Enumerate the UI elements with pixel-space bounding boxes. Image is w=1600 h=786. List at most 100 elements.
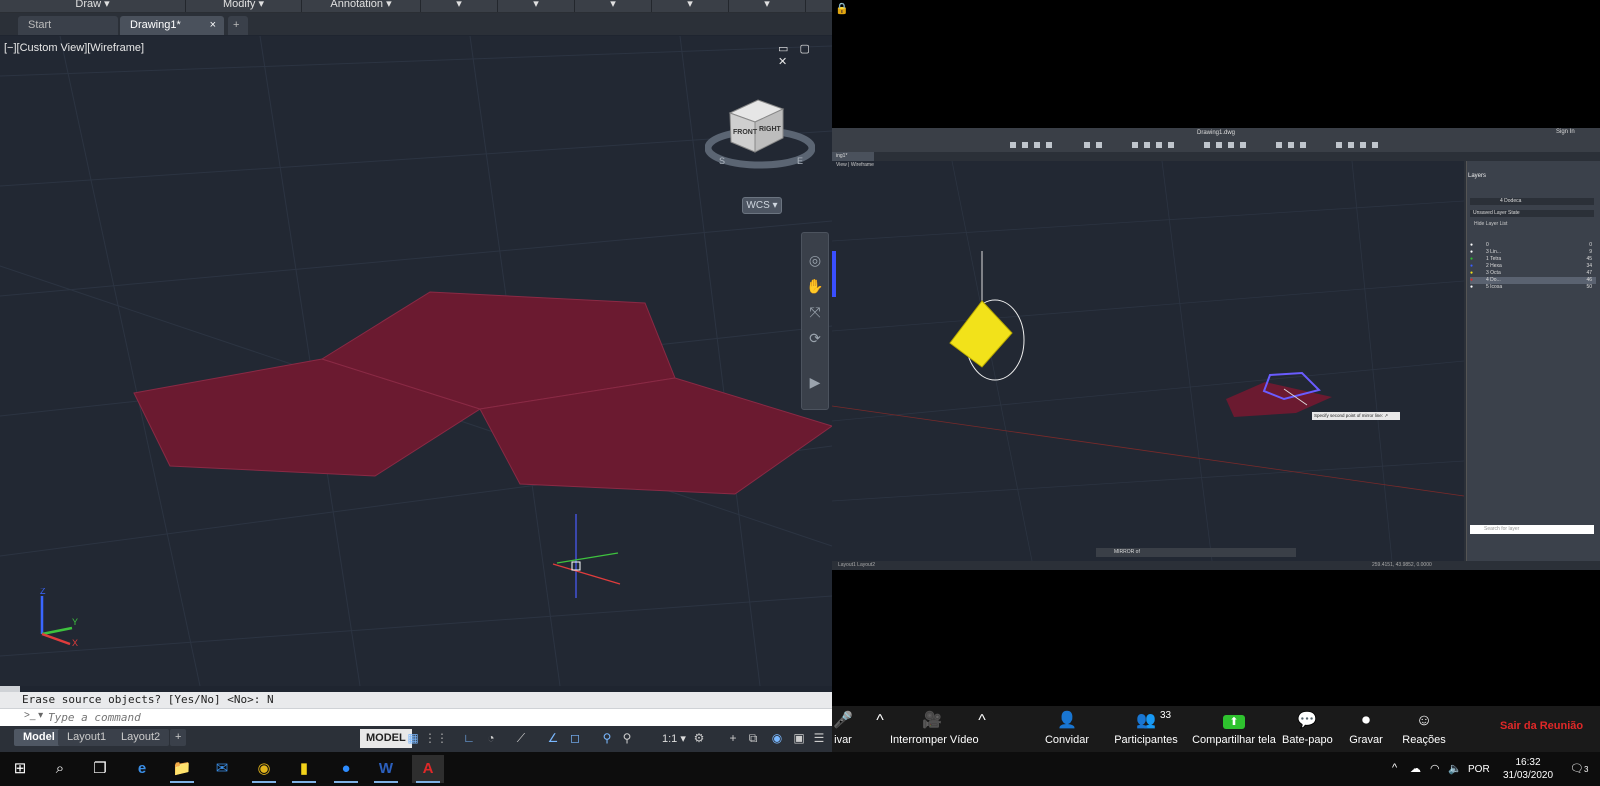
participants-icon: 👥 <box>1136 712 1156 729</box>
document-tab-bar: Start Drawing1* × + <box>0 13 832 35</box>
layer-row: ● 4 Do... 46 <box>1470 277 1596 284</box>
stop-video-button[interactable]: 🎥 Interromper Vídeo <box>890 706 979 752</box>
object-snap-tracking-icon[interactable]: ∠ <box>544 729 562 748</box>
showmotion-icon[interactable]: ▶ <box>806 373 824 391</box>
layout-tab-model[interactable]: Model <box>14 729 64 746</box>
audio-options-caret[interactable]: ^ <box>872 706 888 752</box>
clean-screen-icon[interactable]: ▣ <box>790 729 808 748</box>
record-button[interactable]: ⏺ Gravar <box>1346 706 1386 752</box>
participants-count-badge: 33 <box>1160 710 1172 721</box>
ribbon-panel-bar: Draw ▾ Modify ▾ Annotation ▾ ▾ ▾ ▾ ▾ ▾ <box>0 0 832 13</box>
clock-time: 16:32 <box>1515 757 1541 768</box>
leave-meeting-button[interactable]: Sair da Reunião <box>1500 720 1583 732</box>
current-layer-dropdown: 4 Dodeca <box>1470 198 1594 205</box>
cloud-icon[interactable]: ☁ <box>1410 762 1421 775</box>
chevron-up-icon: ^ <box>978 712 986 729</box>
tab-start[interactable]: Start <box>18 16 118 35</box>
ribbon-panel-draw[interactable]: Draw ▾ <box>0 0 186 12</box>
layout-tab-layout2[interactable]: Layout2 <box>112 729 170 746</box>
input-language[interactable]: POR <box>1468 764 1490 775</box>
ortho-icon[interactable]: ∟ <box>460 729 478 748</box>
shared-viewport-label: View | Wireframe <box>836 162 874 168</box>
plus-icon[interactable]: + <box>724 729 742 748</box>
chevron-up-icon: ^ <box>876 712 884 729</box>
command-input[interactable] <box>48 710 808 724</box>
shared-command-line: MIRROR of <box>1096 548 1296 557</box>
task-view-icon[interactable]: ❐ <box>84 755 116 783</box>
file-explorer-icon[interactable]: 📁 <box>166 755 198 783</box>
ribbon-panel-dropdown[interactable]: ▾ <box>421 0 498 12</box>
share-screen-button[interactable]: ⬆ Compartilhar tela <box>1192 706 1276 752</box>
invite-button[interactable]: 👤 Convidar <box>1044 706 1090 752</box>
ucs-y-label: Y <box>72 617 78 627</box>
layer-row: ● 3 Octa 47 <box>1470 270 1592 276</box>
autocad-app-icon[interactable]: A <box>412 755 444 783</box>
snap-toggle-icon[interactable]: ⋮⋮ <box>424 729 448 748</box>
isolate-objects-icon[interactable]: ◉ <box>768 729 786 748</box>
steering-wheel-icon[interactable]: ◎ <box>806 251 824 269</box>
search-icon[interactable]: ⌕ <box>44 755 76 783</box>
annotation-visibility-icon[interactable]: ⚲ <box>598 729 616 748</box>
auto-scale-icon[interactable]: ⚲ <box>618 729 636 748</box>
viewcube[interactable]: FRONT RIGHT S E <box>704 95 816 175</box>
record-icon: ⏺ <box>1361 712 1370 729</box>
chrome-icon[interactable]: ◉ <box>248 755 280 783</box>
word-icon[interactable]: W <box>370 755 402 783</box>
command-prompt-icon[interactable]: >_ ▾ <box>24 710 43 721</box>
speaker-icon[interactable]: 🔈 <box>1448 762 1462 775</box>
tab-drawing1[interactable]: Drawing1* × <box>120 16 224 35</box>
octahedron[interactable] <box>949 300 1013 368</box>
viewcube-right-label[interactable]: RIGHT <box>759 126 782 133</box>
ribbon-panel-dropdown[interactable]: ▾ <box>729 0 806 12</box>
mute-button[interactable]: 🎤 ivar <box>832 706 854 752</box>
pentagon-faces[interactable] <box>133 291 832 495</box>
grid-toggle-icon[interactable]: ▦ <box>404 729 422 748</box>
ribbon-panel-dropdown[interactable]: ▾ <box>575 0 652 12</box>
gear-icon[interactable]: ⚙ <box>690 729 708 748</box>
close-icon[interactable]: × <box>210 16 216 35</box>
clock[interactable]: 16:32 31/03/2020 <box>1500 756 1556 782</box>
pan-hand-icon[interactable]: ✋ <box>806 277 824 295</box>
workspace-icon[interactable]: ⧉ <box>744 729 762 748</box>
edge-icon[interactable]: e <box>126 755 158 783</box>
annotation-scale[interactable]: 1:1 ▾ <box>662 732 686 745</box>
lock-icon: 🔒 <box>835 3 849 15</box>
mail-icon[interactable]: ✉ <box>206 755 238 783</box>
wcs-menu[interactable]: WCS ▾ <box>742 197 782 214</box>
layout-tab-layout1[interactable]: Layout1 <box>58 729 116 746</box>
shared-coordinates: 259.4151, 43.9852, 0.0000 <box>1372 562 1432 568</box>
chat-bubble-icon: 💬 <box>1297 712 1317 729</box>
layer-state-dropdown: Unsaved Layer State <box>1470 210 1594 217</box>
clock-date: 31/03/2020 <box>1502 770 1554 781</box>
isometric-icon[interactable]: ⟋ <box>512 729 530 748</box>
zoom-extents-icon[interactable]: ⤧ <box>806 303 824 321</box>
sticky-notes-icon[interactable]: ▮ <box>288 755 320 783</box>
notification-center-icon[interactable]: 🗨3 <box>1570 762 1588 775</box>
shared-sign-in: Sign In <box>1556 129 1575 135</box>
ribbon-panel-annotation[interactable]: Annotation ▾ <box>302 0 421 12</box>
viewcube-front-label[interactable]: FRONT <box>733 129 758 136</box>
zoom-app-icon[interactable]: ● <box>330 755 362 783</box>
chat-button[interactable]: 💬 Bate-papo <box>1282 706 1333 752</box>
add-layout-button[interactable]: + <box>170 729 187 746</box>
video-options-caret[interactable]: ^ <box>974 706 990 752</box>
viewport-window-controls[interactable]: ▭ ▢ ✕ <box>778 42 832 68</box>
orbit-icon[interactable]: ⟳ <box>806 329 824 347</box>
participants-button[interactable]: 👥 33 Participantes <box>1110 706 1182 752</box>
add-tab-button[interactable]: + <box>228 16 248 35</box>
viewport-label[interactable]: [−][Custom View][Wireframe] <box>4 42 144 54</box>
object-snap-icon[interactable]: ◻ <box>566 729 584 748</box>
shared-status-bar: Layout1 Layout2 <box>832 561 1600 570</box>
smiley-icon: ☺ <box>1415 712 1433 729</box>
wifi-icon[interactable]: ◠ <box>1430 762 1440 775</box>
ribbon-panel-modify[interactable]: Modify ▾ <box>186 0 302 12</box>
shared-viewport <box>831 160 1465 562</box>
windows-start-icon[interactable]: ⊞ <box>4 755 36 783</box>
reactions-button[interactable]: ☺ Reações <box>1402 706 1446 752</box>
notification-count: 3 <box>1583 765 1589 774</box>
polar-tracking-icon[interactable]: ◔ <box>482 729 500 748</box>
hamburger-menu-icon[interactable]: ☰ <box>810 729 828 748</box>
chevron-up-icon[interactable]: ^ <box>1392 762 1397 774</box>
ribbon-panel-dropdown[interactable]: ▾ <box>498 0 575 12</box>
ribbon-panel-dropdown[interactable]: ▾ <box>652 0 729 12</box>
